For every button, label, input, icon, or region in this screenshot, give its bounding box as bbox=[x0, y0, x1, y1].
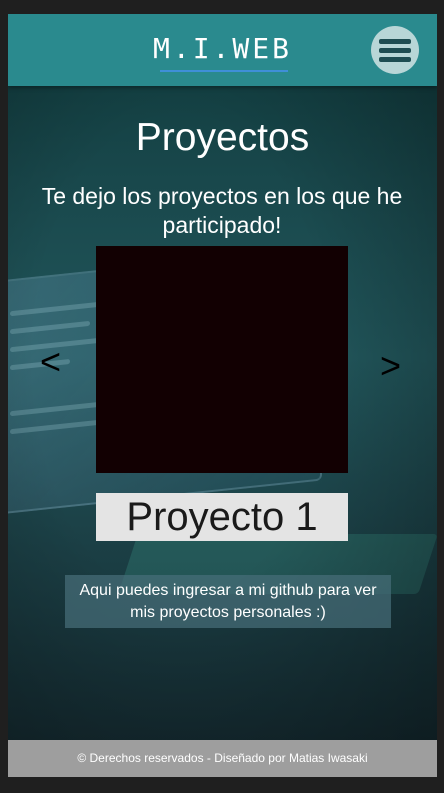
carousel-next-button[interactable]: > bbox=[380, 348, 401, 384]
brand-link-underline bbox=[160, 70, 288, 72]
page-title: Proyectos bbox=[135, 116, 310, 159]
page-subtitle: Te dejo los proyectos en los que he part… bbox=[41, 183, 403, 238]
page-frame: M.I.WEB Proyectos Te dejo los proyectos … bbox=[8, 14, 437, 777]
footer: © Derechos reservados - Diseñado por Mat… bbox=[8, 740, 437, 777]
top-navbar: M.I.WEB bbox=[8, 14, 437, 86]
project-name-label: Proyecto 1 bbox=[96, 493, 348, 541]
footer-copyright-text: © Derechos reservados - Diseñado por Mat… bbox=[77, 751, 368, 765]
github-link-text: Aqui puedes ingresar a mi github para ve… bbox=[79, 581, 377, 621]
project-image[interactable] bbox=[96, 246, 348, 473]
hamburger-menu-button[interactable] bbox=[371, 26, 419, 74]
github-link-button[interactable]: Aqui puedes ingresar a mi github para ve… bbox=[65, 575, 391, 628]
carousel-prev-button[interactable]: < bbox=[40, 344, 61, 380]
